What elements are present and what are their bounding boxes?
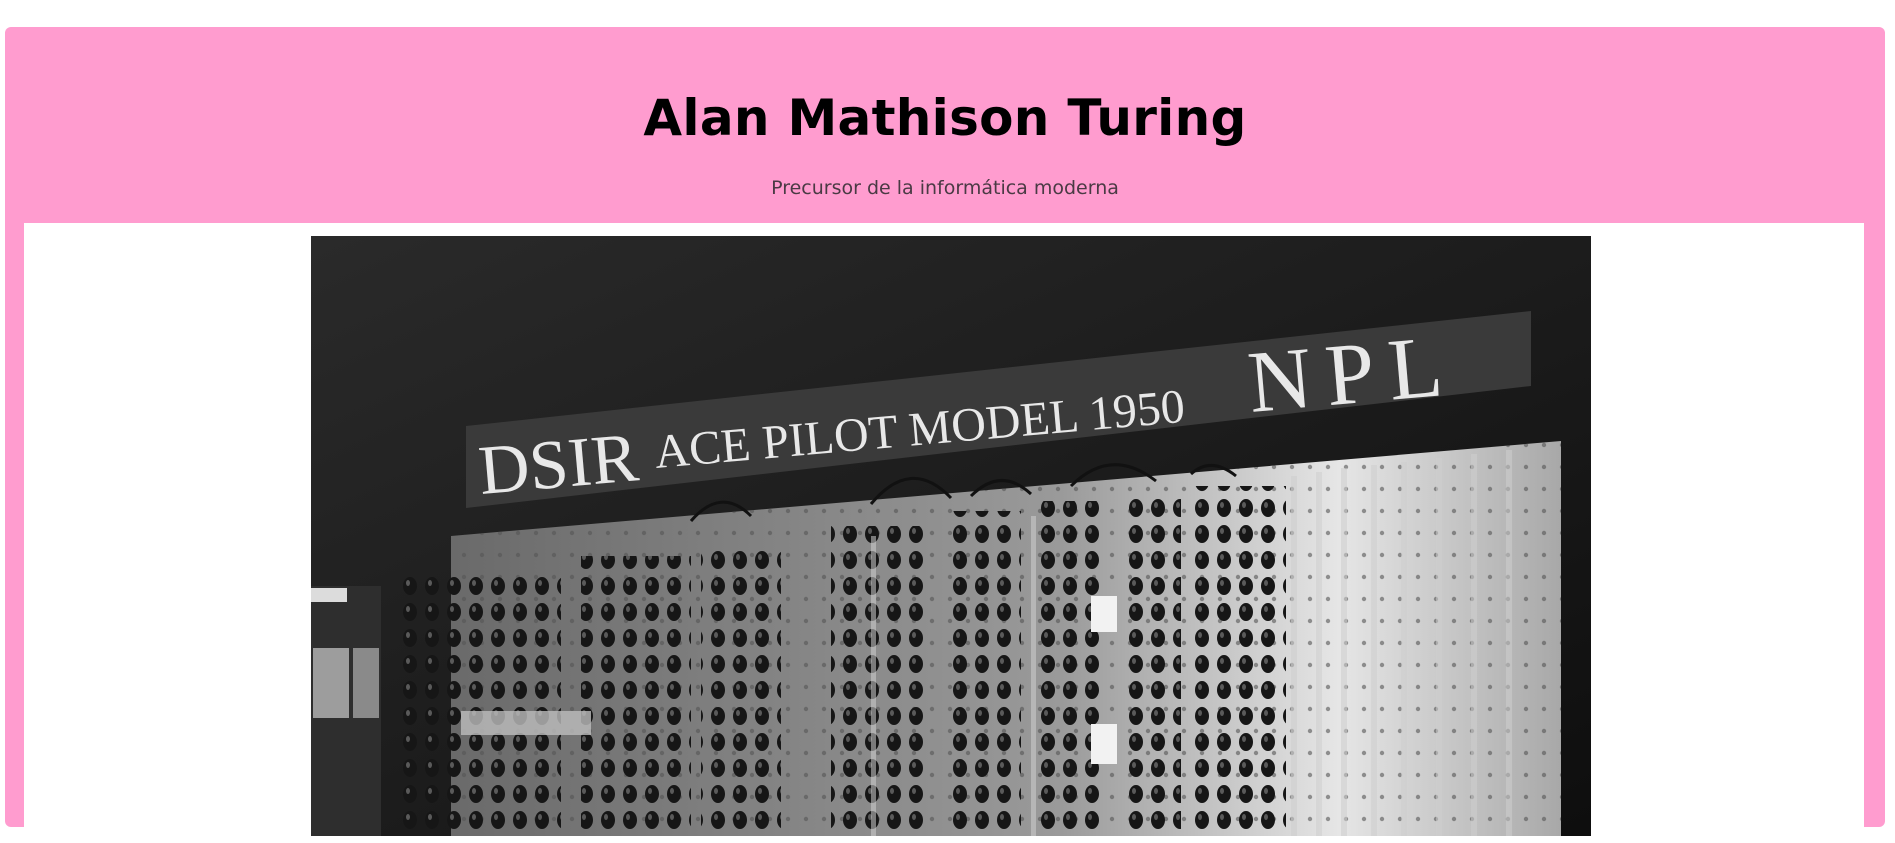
photo-illustration: DSIR ACE PILOT MODEL 1950 NPL	[311, 236, 1591, 836]
ace-pilot-model-photo: DSIR ACE PILOT MODEL 1950 NPL	[311, 236, 1591, 836]
tribute-header: Alan Mathison Turing Precursor de la inf…	[5, 27, 1885, 223]
sign-npl: NPL	[1244, 317, 1460, 432]
sign-dsir: DSIR	[476, 419, 642, 510]
page-title: Alan Mathison Turing	[643, 89, 1247, 147]
tribute-card: Alan Mathison Turing Precursor de la inf…	[5, 27, 1885, 843]
content-area: DSIR ACE PILOT MODEL 1950 NPL	[24, 223, 1864, 843]
page-subtitle: Precursor de la informática moderna	[771, 177, 1119, 199]
